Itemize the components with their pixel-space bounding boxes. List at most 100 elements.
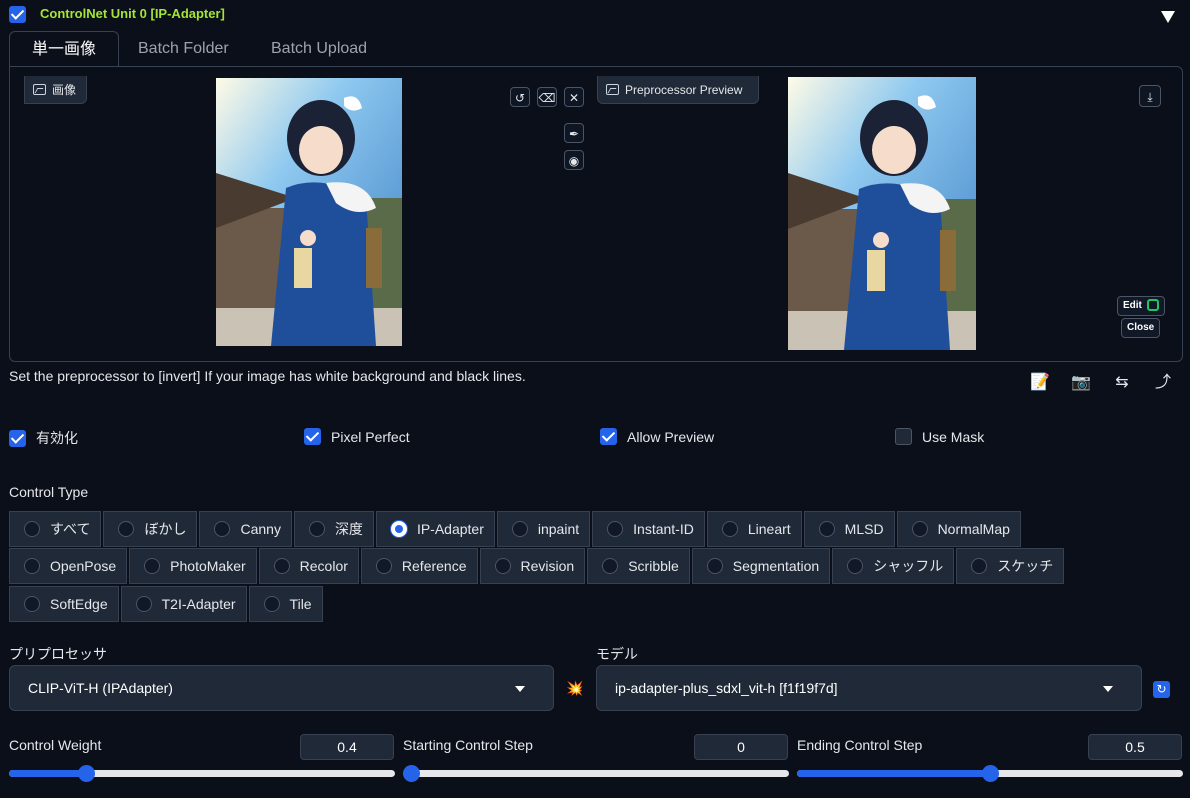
radio-dot-icon [263,596,280,612]
eraser-icon[interactable]: ⌫ [537,87,557,107]
preprocessor-hint: Set the preprocessor to [invert] If your… [9,368,526,384]
tab-single-image[interactable]: 単一画像 [9,31,119,67]
use-mask-checkbox[interactable] [895,428,912,445]
edit-button-label: Edit [1123,300,1142,311]
enable-checkbox[interactable] [9,429,26,447]
brush-icon[interactable]: ✒ [564,123,584,143]
tab-batch-folder[interactable]: Batch Folder [120,31,247,67]
control-type-option[interactable]: PhotoMaker [129,548,257,584]
enable-label: 有効化 [36,430,78,446]
radio-dot-icon [390,521,407,537]
palette-icon[interactable]: ◉ [564,150,584,170]
control-type-option[interactable]: Scribble [587,548,690,584]
control-type-option-label: OpenPose [50,558,117,574]
control-type-option[interactable]: Segmentation [691,548,831,584]
pixel-perfect-checkbox[interactable] [304,428,321,445]
control-weight-input[interactable]: 0.4 [300,734,394,760]
control-type-option[interactable]: Reference [360,548,478,584]
model-dropdown[interactable]: ip-adapter-plus_sdxl_vit-h [f1f19f7d] [596,665,1142,711]
control-type-option[interactable]: Revision [479,548,586,584]
swap-icon[interactable]: ⇆ [1111,372,1133,394]
use-mask-label: Use Mask [922,428,985,445]
camera-icon[interactable]: 📷 [1070,372,1092,394]
control-type-option-label: NormalMap [937,521,1010,537]
unit-enable-checkbox[interactable] [9,6,26,23]
control-weight-label: Control Weight [9,737,102,753]
control-weight-slider[interactable] [9,765,395,782]
control-type-option-label: Canny [240,521,281,537]
control-type-option[interactable]: MLSD [803,511,895,547]
model-label: モデル [596,646,638,662]
preprocessor-dropdown[interactable]: CLIP-ViT-H (IPAdapter) [9,665,554,711]
image-icon [606,84,619,95]
preprocessor-value: CLIP-ViT-H (IPAdapter) [28,680,173,696]
tab-batch-upload[interactable]: Batch Upload [253,31,385,67]
starting-step-label: Starting Control Step [403,737,533,753]
control-type-option[interactable]: 深度 [293,511,374,547]
radio-dot-icon [511,521,528,537]
control-type-row-3: SoftEdge T2I-Adapter Tile [9,586,325,622]
control-type-option[interactable]: OpenPose [9,548,128,584]
rotate-icon[interactable]: ↺ [510,87,530,107]
control-type-option[interactable]: ぼかし [103,511,198,547]
pixel-perfect-option[interactable]: Pixel Perfect [304,428,410,445]
pixel-perfect-label: Pixel Perfect [331,428,410,445]
control-type-option[interactable]: SoftEdge [9,586,119,622]
input-image-art [216,78,402,346]
radio-dot-icon [375,558,392,574]
notepad-icon[interactable]: 📝 [1029,372,1051,394]
run-preprocessor-icon[interactable]: 💥 [566,680,583,697]
preview-image-art [788,77,976,350]
preview-label-text: Preprocessor Preview [625,82,743,97]
control-type-option[interactable]: NormalMap [896,511,1021,547]
refresh-icon[interactable]: ↻ [1153,681,1170,698]
control-type-option[interactable]: Recolor [258,548,359,584]
radio-dot-icon [214,521,231,537]
send-dimensions-icon[interactable]: ⤴ [1152,372,1174,394]
control-type-option[interactable]: Lineart [706,511,802,547]
model-value: ip-adapter-plus_sdxl_vit-h [f1f19f7d] [615,680,838,696]
edit-button[interactable]: Edit [1117,296,1165,316]
chevron-down-icon [1103,686,1113,692]
enable-option[interactable]: 有効化 [9,428,78,448]
download-icon[interactable]: ⤓ [1139,85,1161,107]
image-icon [33,84,46,95]
radio-dot-icon [24,521,40,537]
control-type-option[interactable]: Tile [248,586,323,622]
starting-step-input[interactable]: 0 [694,734,788,760]
control-type-option-label: Instant-ID [633,521,694,537]
radio-dot-icon [135,596,152,612]
radio-dot-icon [971,558,988,574]
radio-dot-icon [118,521,135,537]
control-type-option-label: Reference [401,558,467,574]
control-type-option[interactable]: IP-Adapter [375,511,495,547]
control-type-option[interactable]: すべて [9,511,102,547]
ending-step-slider[interactable] [797,765,1183,782]
starting-step-slider[interactable] [403,765,789,782]
collapse-triangle-icon[interactable] [1161,11,1175,23]
allow-preview-checkbox[interactable] [600,428,617,445]
ending-step-input[interactable]: 0.5 [1088,734,1182,760]
use-mask-option[interactable]: Use Mask [895,428,984,445]
close-button[interactable]: Close [1121,318,1161,338]
control-type-option-label: IP-Adapter [416,521,484,537]
radio-dot-icon [24,558,40,574]
preview-label: Preprocessor Preview [597,76,759,104]
starting-step-thumb[interactable] [403,765,420,782]
control-type-option-label: Scribble [628,558,679,574]
allow-preview-option[interactable]: Allow Preview [600,428,714,445]
radio-dot-icon [144,558,161,574]
radio-dot-icon [602,558,619,574]
input-image[interactable] [216,78,402,346]
control-type-option[interactable]: シャッフル [832,548,955,584]
preprocessor-label: プリプロセッサ [9,646,107,662]
control-type-option[interactable]: Canny [199,511,292,547]
control-weight-thumb[interactable] [78,765,96,782]
control-type-option[interactable]: T2I-Adapter [120,586,247,622]
control-type-option[interactable]: スケッチ [956,548,1065,584]
close-icon[interactable]: ✕ [564,87,584,107]
radio-dot-icon [273,558,290,574]
control-type-option[interactable]: Instant-ID [592,511,705,547]
control-type-option[interactable]: inpaint [496,511,591,547]
ending-step-thumb[interactable] [982,765,999,782]
